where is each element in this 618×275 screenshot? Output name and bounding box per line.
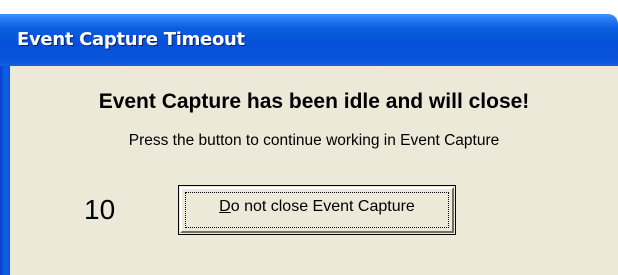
timeout-dialog-window: Event Capture Timeout Event Capture has … <box>0 0 618 275</box>
button-label-text: o not close Event Capture <box>230 198 415 215</box>
countdown-value: 10 <box>84 194 116 225</box>
window-title: Event Capture Timeout <box>17 29 245 50</box>
do-not-close-button-label: Do not close Event Capture <box>179 198 455 216</box>
instruction-text: Press the button to continue working in … <box>128 132 500 149</box>
button-mnemonic: D <box>219 198 231 215</box>
idle-warning-heading: Event Capture has been idle and will clo… <box>98 90 530 113</box>
dialog-client-area: Event Capture has been idle and will clo… <box>10 66 618 275</box>
window-frame-left <box>0 66 10 275</box>
title-bar[interactable]: Event Capture Timeout <box>0 14 618 66</box>
do-not-close-button[interactable]: Do not close Event Capture <box>178 185 456 235</box>
